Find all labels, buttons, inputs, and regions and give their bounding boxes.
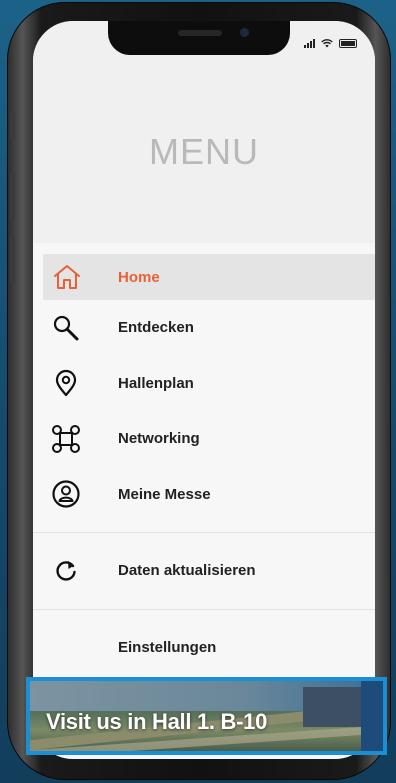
menu-item-home[interactable]: Home xyxy=(43,254,375,300)
menu-item-hallenplan[interactable]: Hallenplan xyxy=(33,356,375,412)
menu-item-label: Entdecken xyxy=(118,319,194,337)
menu-item-label: Hallenplan xyxy=(118,374,194,392)
menu-list: Home Entdecken Hallenplan Networking Mei… xyxy=(33,243,375,675)
search-icon xyxy=(48,310,84,346)
menu-item-entdecken[interactable]: Entdecken xyxy=(33,300,375,356)
location-pin-icon xyxy=(48,365,84,401)
user-circle-icon xyxy=(48,476,84,512)
menu-item-label: Einstellungen xyxy=(118,638,217,656)
menu-item-refresh[interactable]: Daten aktualisieren xyxy=(33,543,375,599)
menu-item-label: Networking xyxy=(118,430,200,448)
menu-divider xyxy=(33,532,375,533)
banner-text: Visit us in Hall 1. B-10 xyxy=(46,709,268,734)
promo-banner: Visit us in Hall 1. B-10 xyxy=(26,677,387,755)
banner-building xyxy=(361,681,383,751)
menu-item-settings[interactable]: Einstellungen xyxy=(33,620,375,676)
wifi-icon xyxy=(321,39,333,48)
app-screen: MENU Home Entdecken Hallenplan Networkin… xyxy=(33,21,375,759)
volume-down-button xyxy=(10,234,15,284)
speaker xyxy=(178,30,222,36)
battery-icon xyxy=(339,39,357,48)
home-icon xyxy=(49,259,85,295)
menu-item-label: Daten aktualisieren xyxy=(118,562,256,580)
menu-item-networking[interactable]: Networking xyxy=(33,411,375,467)
refresh-icon xyxy=(48,553,84,589)
mute-switch xyxy=(10,112,15,140)
menu-title: MENU xyxy=(149,131,259,172)
menu-item-meine-messe[interactable]: Meine Messe xyxy=(33,467,375,523)
signal-icon xyxy=(304,39,315,48)
menu-item-label: Home xyxy=(118,268,160,286)
status-bar xyxy=(304,39,357,48)
camera xyxy=(240,28,249,37)
banner-building xyxy=(303,687,363,727)
menu-item-label: Meine Messe xyxy=(118,485,211,503)
notch xyxy=(108,21,290,55)
menu-divider xyxy=(33,608,375,610)
volume-up-button xyxy=(10,172,15,222)
network-icon xyxy=(48,421,84,457)
